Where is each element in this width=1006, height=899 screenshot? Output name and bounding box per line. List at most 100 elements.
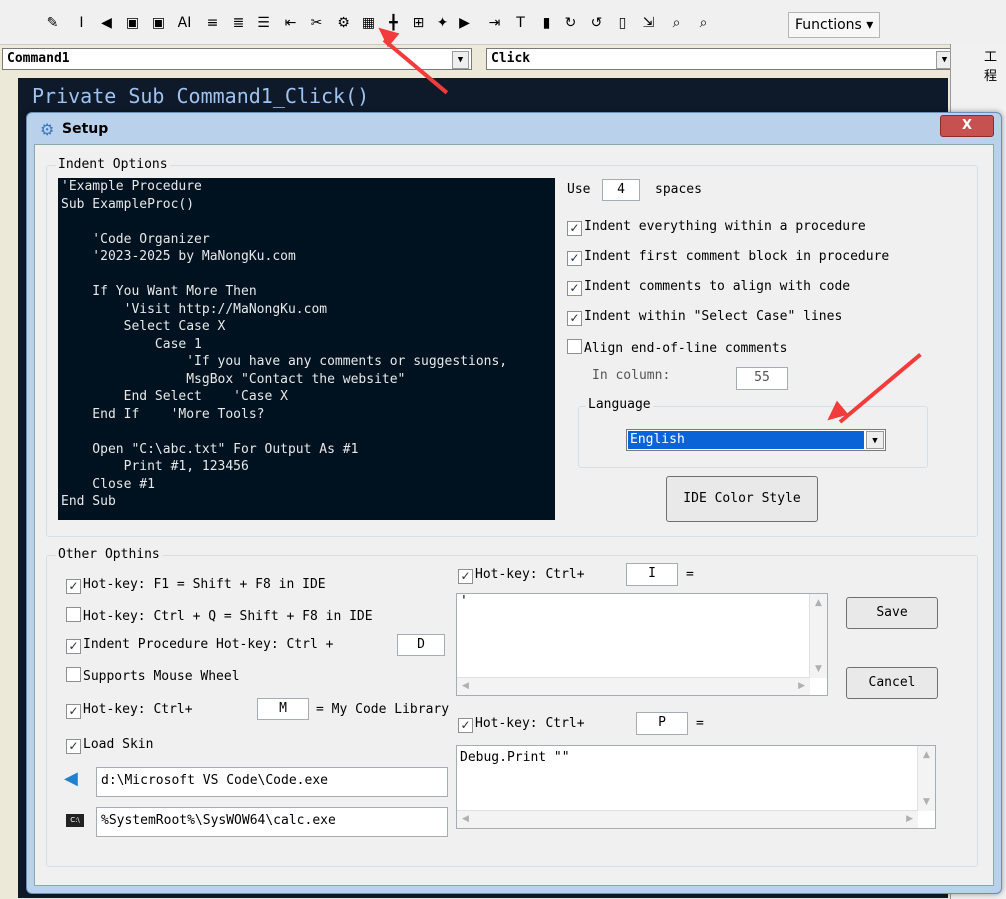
- mouse-wheel-checkbox[interactable]: Supports Mouse Wheel: [66, 667, 240, 685]
- preview-line: 'If you have any comments or suggestions…: [61, 354, 508, 369]
- export-icon[interactable]: ⇲: [640, 15, 657, 32]
- indent-option-checkbox[interactable]: ✓ Indent everything within a procedure: [567, 219, 866, 236]
- indent-option-label: Indent first comment block in procedure: [584, 249, 890, 264]
- hotkey-i-text[interactable]: ' ▲ ▼ ◀ ▶: [456, 593, 828, 696]
- preview-line: [58, 213, 555, 231]
- preview-line: End Sub: [61, 494, 116, 509]
- indent-option-checkbox[interactable]: Align end-of-line comments: [567, 339, 788, 357]
- horizontal-scrollbar[interactable]: ◀ ▶: [457, 677, 810, 695]
- hotkey-m-label: Hot-key: Ctrl+: [83, 702, 193, 717]
- preview-line: If You Want More Then: [61, 284, 257, 299]
- cycle-icon[interactable]: ↻: [562, 15, 579, 32]
- checkbox-box[interactable]: ✓: [66, 739, 81, 754]
- vscode-icon[interactable]: ◀: [98, 15, 115, 32]
- object-combo-value: Command1: [7, 51, 70, 66]
- vertical-scrollbar[interactable]: ▲ ▼: [809, 594, 827, 678]
- language-label: Language: [586, 397, 653, 412]
- preview-line: Case 1: [61, 336, 202, 352]
- calc-path-input[interactable]: %SystemRoot%\SysWOW64\calc.exe: [96, 807, 448, 837]
- spaces-input[interactable]: 4: [602, 179, 640, 201]
- checkbox-box[interactable]: ✓: [66, 704, 81, 719]
- dialog-title: Setup: [62, 121, 109, 137]
- cancel-button[interactable]: Cancel: [846, 667, 938, 699]
- preview-line: Select Case X: [61, 319, 226, 334]
- organizer-icon[interactable]: ✂: [308, 15, 325, 32]
- indent-option-checkbox[interactable]: ✓ Indent within "Select Case" lines: [567, 309, 842, 326]
- in-column-input[interactable]: 55: [736, 367, 788, 390]
- checkbox-box[interactable]: ✓: [458, 718, 473, 733]
- hotkey-i-checkbox[interactable]: ✓ Hot-key: Ctrl+: [458, 567, 585, 584]
- indent-option-checkbox[interactable]: ✓ Indent first comment block in procedure: [567, 249, 889, 266]
- find-icon[interactable]: ⌕: [668, 15, 685, 32]
- bookmark-icon[interactable]: ▮: [538, 15, 555, 32]
- save-button[interactable]: Save: [846, 597, 938, 629]
- checkbox-box[interactable]: [567, 339, 582, 354]
- hotkey-p-label: Hot-key: Ctrl+: [475, 716, 585, 731]
- hotkey-m-key-input[interactable]: M: [257, 698, 309, 720]
- save-all-icon[interactable]: ▣: [150, 15, 167, 32]
- outdent-icon[interactable]: ⇤: [282, 15, 299, 32]
- functions-menu-button[interactable]: Functions ▾: [788, 12, 881, 38]
- chevron-down-icon[interactable]: ▼: [866, 431, 884, 449]
- hotkey-p-text-value: Debug.Print "": [460, 750, 570, 765]
- play-icon[interactable]: ▶: [456, 15, 473, 32]
- checkbox-box[interactable]: ✓: [458, 569, 473, 584]
- cycle2-icon[interactable]: ↺: [588, 15, 605, 32]
- event-combo[interactable]: Click ▼: [486, 48, 956, 70]
- checkbox-box[interactable]: [66, 667, 81, 682]
- list-icon[interactable]: ☰: [255, 15, 272, 32]
- in-column-label: In column:: [592, 368, 671, 383]
- vscode-icon: ◀: [64, 768, 78, 789]
- hotkey-p-checkbox[interactable]: ✓ Hot-key: Ctrl+: [458, 716, 585, 733]
- save-icon[interactable]: ▣: [124, 15, 141, 32]
- checkbox-box[interactable]: ✓: [66, 639, 81, 654]
- indent-procedure-checkbox[interactable]: ✓ Indent Procedure Hot-key: Ctrl +: [66, 637, 333, 654]
- hotkey-p-key-input[interactable]: P: [636, 712, 688, 735]
- checkbox-box[interactable]: ✓: [567, 221, 582, 236]
- page-icon[interactable]: ▯: [614, 15, 631, 32]
- hotkey-i-equals: =: [686, 567, 694, 582]
- code-line: Private Sub Command1_Click(): [32, 84, 370, 108]
- pencil-icon[interactable]: ✎: [44, 15, 61, 32]
- hotkey-i-label: Hot-key: Ctrl+: [475, 567, 585, 582]
- horizontal-scrollbar[interactable]: ◀ ▶: [457, 810, 918, 828]
- spaces-label: spaces: [655, 182, 702, 197]
- load-skin-checkbox[interactable]: ✓ Load Skin: [66, 737, 153, 754]
- grid-icon[interactable]: ▦: [360, 15, 377, 32]
- indent-icon[interactable]: ≣: [230, 15, 247, 32]
- table2-icon[interactable]: ⊞: [410, 15, 427, 32]
- toolbar: ✎ I ◀ ▣ ▣ AI ≡ ≣ ☰ ⇤ ✂ ⚙ ▦ ╋ ⊞ ✦ ▶ ⇥ T ▮ ↻ ↺ ▯ ⇲ ⌕ ⌕ Functions ▾: [0, 0, 1006, 45]
- text-icon[interactable]: T: [512, 15, 529, 32]
- checkbox-box[interactable]: [66, 607, 81, 622]
- indent2-icon[interactable]: ⇥: [486, 15, 503, 32]
- hotkey-ctrl-q-checkbox[interactable]: Hot-key: Ctrl + Q = Shift + F8 in IDE: [66, 607, 373, 625]
- chevron-down-icon[interactable]: ▼: [452, 51, 469, 69]
- comment-icon[interactable]: ✦: [434, 15, 451, 32]
- vertical-scrollbar[interactable]: ▲ ▼: [917, 746, 935, 811]
- preview-line: 'Example Procedure: [61, 179, 202, 194]
- close-button[interactable]: X: [940, 115, 994, 137]
- language-select[interactable]: English ▼: [626, 429, 886, 451]
- checkbox-box[interactable]: ✓: [567, 281, 582, 296]
- settings-icon[interactable]: ⚙: [335, 15, 352, 32]
- hotkey-i-text-value: ': [460, 594, 468, 609]
- checkbox-box[interactable]: ✓: [567, 311, 582, 326]
- event-combo-value: Click: [491, 51, 531, 66]
- checkbox-box[interactable]: ✓: [567, 251, 582, 266]
- align-left-icon[interactable]: ≡: [204, 15, 221, 32]
- hotkey-f1-checkbox[interactable]: ✓ Hot-key: F1 = Shift + F8 in IDE: [66, 577, 326, 594]
- indent-procedure-key-input[interactable]: D: [397, 634, 445, 656]
- hotkey-i-key-input[interactable]: I: [626, 563, 678, 586]
- ide-color-style-button[interactable]: IDE Color Style: [666, 476, 818, 522]
- indent-option-label: Indent comments to align with code: [584, 279, 851, 294]
- vscode-path-input[interactable]: d:\Microsoft VS Code\Code.exe: [96, 767, 448, 797]
- ai-icon[interactable]: AI: [176, 15, 193, 32]
- hotkey-m-checkbox[interactable]: ✓ Hot-key: Ctrl+: [66, 702, 193, 719]
- preview-line: [58, 266, 555, 284]
- checkbox-box[interactable]: ✓: [66, 579, 81, 594]
- italic-icon[interactable]: I: [73, 15, 90, 32]
- indent-option-checkbox[interactable]: ✓ Indent comments to align with code: [567, 279, 850, 296]
- project-panel-title: 工程: [984, 50, 998, 84]
- find-next-icon[interactable]: ⌕: [695, 15, 712, 32]
- hotkey-p-text[interactable]: Debug.Print "" ▲ ▼ ◀ ▶: [456, 745, 936, 829]
